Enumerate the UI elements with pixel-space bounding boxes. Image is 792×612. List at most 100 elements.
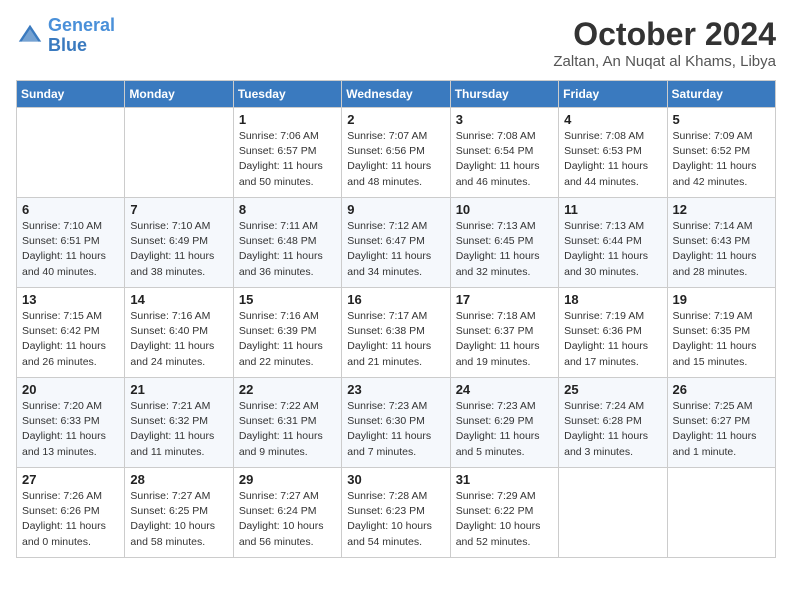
day-detail: Sunrise: 7:16 AMSunset: 6:39 PMDaylight:… bbox=[239, 310, 323, 368]
calendar-cell: 14 Sunrise: 7:16 AMSunset: 6:40 PMDaylig… bbox=[125, 288, 233, 378]
day-detail: Sunrise: 7:13 AMSunset: 6:44 PMDaylight:… bbox=[564, 220, 648, 278]
day-number: 20 bbox=[22, 382, 119, 397]
day-detail: Sunrise: 7:19 AMSunset: 6:36 PMDaylight:… bbox=[564, 310, 648, 368]
day-number: 22 bbox=[239, 382, 336, 397]
calendar-cell: 29 Sunrise: 7:27 AMSunset: 6:24 PMDaylig… bbox=[233, 468, 341, 558]
calendar-cell bbox=[559, 468, 667, 558]
day-number: 24 bbox=[456, 382, 553, 397]
calendar-cell: 5 Sunrise: 7:09 AMSunset: 6:52 PMDayligh… bbox=[667, 108, 775, 198]
day-number: 10 bbox=[456, 202, 553, 217]
day-detail: Sunrise: 7:15 AMSunset: 6:42 PMDaylight:… bbox=[22, 310, 106, 368]
day-number: 16 bbox=[347, 292, 444, 307]
logo-line1: General bbox=[48, 15, 115, 35]
day-detail: Sunrise: 7:12 AMSunset: 6:47 PMDaylight:… bbox=[347, 220, 431, 278]
weekday-header: Wednesday bbox=[342, 81, 450, 108]
weekday-header: Monday bbox=[125, 81, 233, 108]
calendar-table: SundayMondayTuesdayWednesdayThursdayFrid… bbox=[16, 80, 776, 558]
day-detail: Sunrise: 7:20 AMSunset: 6:33 PMDaylight:… bbox=[22, 400, 106, 458]
calendar-cell: 30 Sunrise: 7:28 AMSunset: 6:23 PMDaylig… bbox=[342, 468, 450, 558]
calendar-cell bbox=[17, 108, 125, 198]
day-number: 29 bbox=[239, 472, 336, 487]
day-detail: Sunrise: 7:18 AMSunset: 6:37 PMDaylight:… bbox=[456, 310, 540, 368]
day-number: 28 bbox=[130, 472, 227, 487]
day-detail: Sunrise: 7:08 AMSunset: 6:53 PMDaylight:… bbox=[564, 130, 648, 188]
day-number: 14 bbox=[130, 292, 227, 307]
day-number: 18 bbox=[564, 292, 661, 307]
day-detail: Sunrise: 7:09 AMSunset: 6:52 PMDaylight:… bbox=[673, 130, 757, 188]
day-number: 7 bbox=[130, 202, 227, 217]
weekday-header: Thursday bbox=[450, 81, 558, 108]
day-detail: Sunrise: 7:27 AMSunset: 6:25 PMDaylight:… bbox=[130, 490, 215, 548]
weekday-header: Tuesday bbox=[233, 81, 341, 108]
calendar-cell: 17 Sunrise: 7:18 AMSunset: 6:37 PMDaylig… bbox=[450, 288, 558, 378]
day-detail: Sunrise: 7:25 AMSunset: 6:27 PMDaylight:… bbox=[673, 400, 757, 458]
day-number: 30 bbox=[347, 472, 444, 487]
calendar-cell: 31 Sunrise: 7:29 AMSunset: 6:22 PMDaylig… bbox=[450, 468, 558, 558]
day-number: 13 bbox=[22, 292, 119, 307]
calendar-cell: 12 Sunrise: 7:14 AMSunset: 6:43 PMDaylig… bbox=[667, 198, 775, 288]
calendar-cell: 6 Sunrise: 7:10 AMSunset: 6:51 PMDayligh… bbox=[17, 198, 125, 288]
day-number: 2 bbox=[347, 112, 444, 127]
day-number: 21 bbox=[130, 382, 227, 397]
day-number: 1 bbox=[239, 112, 336, 127]
day-number: 5 bbox=[673, 112, 770, 127]
day-number: 15 bbox=[239, 292, 336, 307]
day-detail: Sunrise: 7:16 AMSunset: 6:40 PMDaylight:… bbox=[130, 310, 214, 368]
day-number: 11 bbox=[564, 202, 661, 217]
day-detail: Sunrise: 7:13 AMSunset: 6:45 PMDaylight:… bbox=[456, 220, 540, 278]
calendar-cell: 22 Sunrise: 7:22 AMSunset: 6:31 PMDaylig… bbox=[233, 378, 341, 468]
weekday-header: Saturday bbox=[667, 81, 775, 108]
day-number: 19 bbox=[673, 292, 770, 307]
calendar-cell: 23 Sunrise: 7:23 AMSunset: 6:30 PMDaylig… bbox=[342, 378, 450, 468]
month-title: October 2024 bbox=[553, 16, 776, 53]
location: Zaltan, An Nuqat al Khams, Libya bbox=[553, 53, 776, 70]
calendar-cell: 27 Sunrise: 7:26 AMSunset: 6:26 PMDaylig… bbox=[17, 468, 125, 558]
day-number: 27 bbox=[22, 472, 119, 487]
day-detail: Sunrise: 7:19 AMSunset: 6:35 PMDaylight:… bbox=[673, 310, 757, 368]
day-number: 3 bbox=[456, 112, 553, 127]
calendar-cell: 18 Sunrise: 7:19 AMSunset: 6:36 PMDaylig… bbox=[559, 288, 667, 378]
day-detail: Sunrise: 7:24 AMSunset: 6:28 PMDaylight:… bbox=[564, 400, 648, 458]
day-detail: Sunrise: 7:21 AMSunset: 6:32 PMDaylight:… bbox=[130, 400, 214, 458]
calendar-week-row: 20 Sunrise: 7:20 AMSunset: 6:33 PMDaylig… bbox=[17, 378, 776, 468]
logo-line2: Blue bbox=[48, 35, 87, 55]
day-number: 6 bbox=[22, 202, 119, 217]
day-number: 23 bbox=[347, 382, 444, 397]
calendar-cell: 16 Sunrise: 7:17 AMSunset: 6:38 PMDaylig… bbox=[342, 288, 450, 378]
calendar-week-row: 13 Sunrise: 7:15 AMSunset: 6:42 PMDaylig… bbox=[17, 288, 776, 378]
calendar-cell: 26 Sunrise: 7:25 AMSunset: 6:27 PMDaylig… bbox=[667, 378, 775, 468]
day-number: 12 bbox=[673, 202, 770, 217]
day-detail: Sunrise: 7:26 AMSunset: 6:26 PMDaylight:… bbox=[22, 490, 106, 548]
logo-icon bbox=[16, 22, 44, 50]
day-number: 17 bbox=[456, 292, 553, 307]
calendar-week-row: 27 Sunrise: 7:26 AMSunset: 6:26 PMDaylig… bbox=[17, 468, 776, 558]
calendar-cell: 13 Sunrise: 7:15 AMSunset: 6:42 PMDaylig… bbox=[17, 288, 125, 378]
calendar-cell: 19 Sunrise: 7:19 AMSunset: 6:35 PMDaylig… bbox=[667, 288, 775, 378]
day-detail: Sunrise: 7:23 AMSunset: 6:29 PMDaylight:… bbox=[456, 400, 540, 458]
day-detail: Sunrise: 7:17 AMSunset: 6:38 PMDaylight:… bbox=[347, 310, 431, 368]
weekday-header: Sunday bbox=[17, 81, 125, 108]
day-detail: Sunrise: 7:11 AMSunset: 6:48 PMDaylight:… bbox=[239, 220, 323, 278]
calendar-cell: 10 Sunrise: 7:13 AMSunset: 6:45 PMDaylig… bbox=[450, 198, 558, 288]
day-number: 26 bbox=[673, 382, 770, 397]
calendar-cell: 15 Sunrise: 7:16 AMSunset: 6:39 PMDaylig… bbox=[233, 288, 341, 378]
day-detail: Sunrise: 7:22 AMSunset: 6:31 PMDaylight:… bbox=[239, 400, 323, 458]
calendar-cell: 4 Sunrise: 7:08 AMSunset: 6:53 PMDayligh… bbox=[559, 108, 667, 198]
calendar-cell bbox=[667, 468, 775, 558]
calendar-cell: 8 Sunrise: 7:11 AMSunset: 6:48 PMDayligh… bbox=[233, 198, 341, 288]
day-number: 9 bbox=[347, 202, 444, 217]
day-detail: Sunrise: 7:23 AMSunset: 6:30 PMDaylight:… bbox=[347, 400, 431, 458]
day-detail: Sunrise: 7:06 AMSunset: 6:57 PMDaylight:… bbox=[239, 130, 323, 188]
day-number: 25 bbox=[564, 382, 661, 397]
calendar-cell: 20 Sunrise: 7:20 AMSunset: 6:33 PMDaylig… bbox=[17, 378, 125, 468]
page-header: General Blue October 2024 Zaltan, An Nuq… bbox=[16, 16, 776, 70]
day-detail: Sunrise: 7:27 AMSunset: 6:24 PMDaylight:… bbox=[239, 490, 324, 548]
day-detail: Sunrise: 7:10 AMSunset: 6:51 PMDaylight:… bbox=[22, 220, 106, 278]
day-detail: Sunrise: 7:28 AMSunset: 6:23 PMDaylight:… bbox=[347, 490, 432, 548]
calendar-cell: 9 Sunrise: 7:12 AMSunset: 6:47 PMDayligh… bbox=[342, 198, 450, 288]
calendar-cell bbox=[125, 108, 233, 198]
calendar-cell: 3 Sunrise: 7:08 AMSunset: 6:54 PMDayligh… bbox=[450, 108, 558, 198]
calendar-week-row: 6 Sunrise: 7:10 AMSunset: 6:51 PMDayligh… bbox=[17, 198, 776, 288]
calendar-cell: 21 Sunrise: 7:21 AMSunset: 6:32 PMDaylig… bbox=[125, 378, 233, 468]
title-block: October 2024 Zaltan, An Nuqat al Khams, … bbox=[553, 16, 776, 70]
